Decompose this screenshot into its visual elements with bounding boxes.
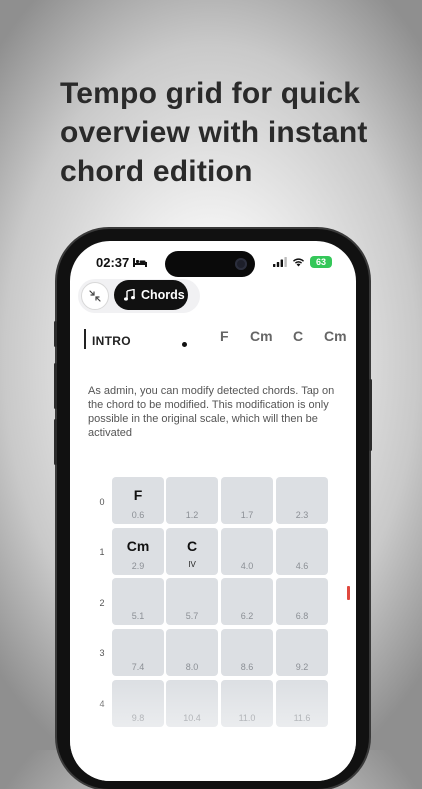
section-marker <box>84 329 86 349</box>
grid-cell[interactable]: 5.7 <box>166 578 218 625</box>
grid-cell[interactable]: Cm 2.9 <box>112 528 164 575</box>
grid-cell[interactable]: C IV <box>166 528 218 575</box>
grid-cell[interactable]: 1.2 <box>166 477 218 524</box>
grid-row-label: 2 <box>99 598 105 608</box>
chords-mode-label: Chords <box>141 288 185 302</box>
admin-info-text: As admin, you can modify detected chords… <box>88 385 335 439</box>
grid-cell[interactable]: 8.6 <box>221 629 273 676</box>
promo-headline: Tempo grid for quick overview with insta… <box>60 77 368 188</box>
cell-time: 1.2 <box>185 510 199 520</box>
cell-time: 2.3 <box>295 510 309 520</box>
grid-cell[interactable]: 11.6 <box>276 680 328 727</box>
scroll-position-marker[interactable] <box>347 586 350 600</box>
volume-down-button <box>54 419 57 465</box>
grid-cell[interactable]: 8.0 <box>166 629 218 676</box>
battery-indicator: 63 <box>310 256 332 268</box>
cell-time: 0.6 <box>131 510 145 520</box>
action-button <box>54 321 57 347</box>
cell-time: 5.7 <box>185 611 199 621</box>
chord-strip-item[interactable]: C <box>293 328 303 344</box>
grid-cell[interactable]: 9.2 <box>276 629 328 676</box>
grid-cell[interactable]: 11.0 <box>221 680 273 727</box>
grid-cell[interactable]: 6.8 <box>276 578 328 625</box>
cell-time: 4.6 <box>295 561 309 571</box>
cell-time: 5.1 <box>131 611 145 621</box>
phone-frame: 02:37 63 Chords INTRO F Cm C Cm As admin… <box>54 229 372 789</box>
status-icons: 63 <box>273 256 332 268</box>
music-note-icon <box>124 289 135 301</box>
status-time-text: 02:37 <box>96 255 130 270</box>
grid-cell[interactable]: 4.0 <box>221 528 273 575</box>
cell-time: 1.7 <box>240 510 254 520</box>
cell-time: 6.8 <box>295 611 309 621</box>
chord-strip-item[interactable]: Cm <box>250 328 273 344</box>
chord-strip-item[interactable]: Cm <box>324 328 347 344</box>
camera-icon <box>235 258 247 270</box>
cell-chord: Cm <box>126 538 150 554</box>
collapse-view-button[interactable] <box>81 282 109 310</box>
wifi-icon <box>293 258 304 267</box>
grid-cell[interactable]: 6.2 <box>221 578 273 625</box>
grid-row-label: 1 <box>99 547 105 557</box>
mode-toolbar: Chords <box>78 279 200 313</box>
cell-time: 2.9 <box>131 561 145 571</box>
grid-row-label: 3 <box>99 648 105 658</box>
cellular-signal-icon <box>273 257 287 267</box>
cell-time: 4.0 <box>240 561 254 571</box>
cell-time: 7.4 <box>131 662 145 672</box>
grid-cell[interactable]: 1.7 <box>221 477 273 524</box>
cell-time: 8.6 <box>240 662 254 672</box>
dynamic-island <box>165 251 255 277</box>
cell-time: 6.2 <box>240 611 254 621</box>
cell-chord: C <box>186 538 198 554</box>
grid-cell[interactable]: 2.3 <box>276 477 328 524</box>
grid-row-label: 4 <box>99 699 105 709</box>
section-label: INTRO <box>92 334 131 348</box>
volume-up-button <box>54 363 57 409</box>
playhead-dot <box>182 342 187 347</box>
grid-cell[interactable]: 5.1 <box>112 578 164 625</box>
cell-time: 11.6 <box>293 713 311 723</box>
status-time: 02:37 <box>96 255 148 270</box>
grid-cell[interactable]: 9.8 <box>112 680 164 727</box>
grid-cell[interactable]: 7.4 <box>112 629 164 676</box>
grid-cell[interactable]: 10.4 <box>166 680 218 727</box>
grid-row-label: 0 <box>99 497 105 507</box>
grid-cell[interactable]: F 0.6 <box>112 477 164 524</box>
bed-icon <box>133 258 148 267</box>
cell-time: 10.4 <box>183 713 201 723</box>
app-screen: 02:37 63 Chords INTRO F Cm C Cm As admin… <box>70 241 356 781</box>
cell-time: 9.8 <box>131 713 145 723</box>
power-button <box>369 379 372 451</box>
cell-time: 8.0 <box>185 662 199 672</box>
collapse-arrows-icon <box>89 290 101 302</box>
cell-time: 9.2 <box>295 662 309 672</box>
cell-chord: F <box>133 487 143 503</box>
cell-time: 11.0 <box>238 713 256 723</box>
chords-mode-button[interactable]: Chords <box>114 280 188 310</box>
grid-cell[interactable]: 4.6 <box>276 528 328 575</box>
cell-degree: IV <box>188 560 196 569</box>
chord-strip-item[interactable]: F <box>220 328 229 344</box>
